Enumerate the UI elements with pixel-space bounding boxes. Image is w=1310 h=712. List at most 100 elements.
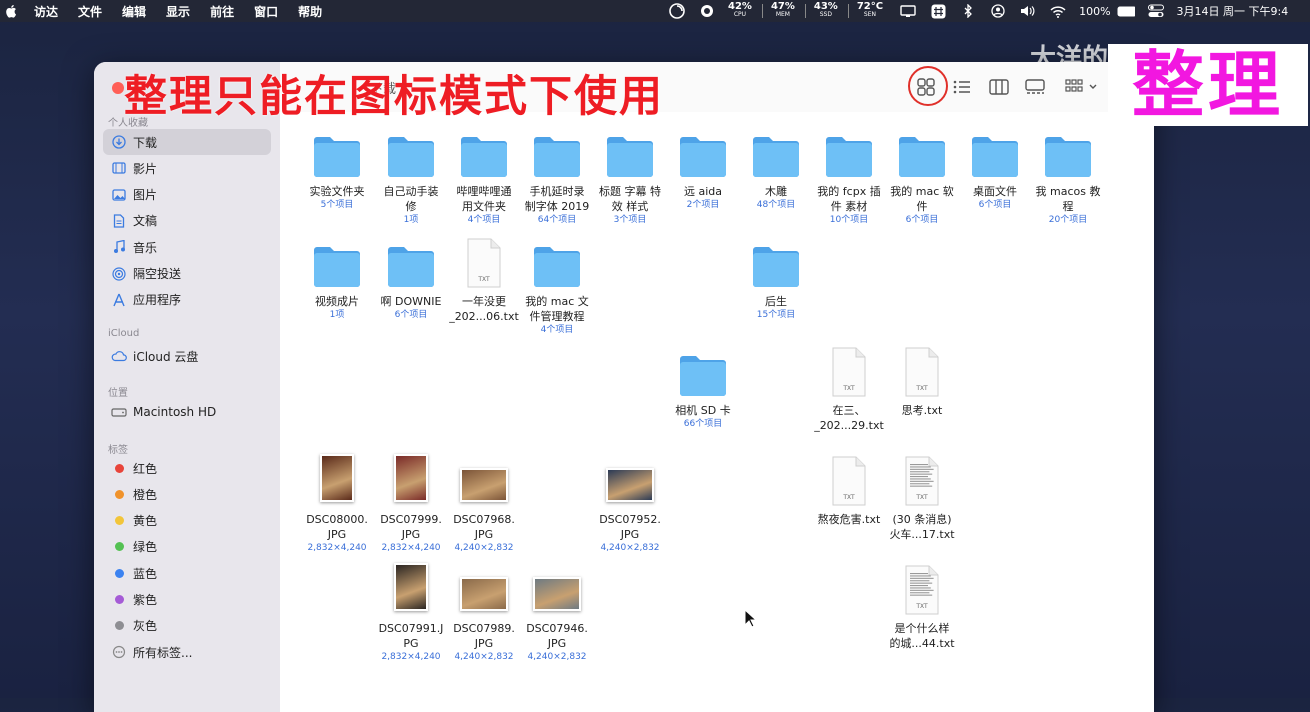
menu-file[interactable]: 文件 bbox=[78, 3, 102, 20]
image-file-item[interactable]: DSC07968. JPG 4,240×2,832 bbox=[448, 452, 520, 554]
file-detail: 3个项目 bbox=[613, 215, 647, 225]
text-file-icon: TXT bbox=[886, 452, 958, 506]
folder-item[interactable]: 后生 15个项目 bbox=[740, 234, 812, 321]
text-file-item[interactable]: TXT 在三、 _202...29.txt bbox=[813, 343, 885, 433]
folder-item[interactable]: 实验文件夹 5个项目 bbox=[301, 124, 373, 211]
volume-icon[interactable] bbox=[1019, 4, 1037, 18]
sidebar-tag-3[interactable]: 绿色 bbox=[103, 534, 271, 560]
control-center-icon[interactable] bbox=[1147, 4, 1165, 18]
photo-thumbnail bbox=[521, 561, 593, 615]
film-icon bbox=[110, 162, 128, 174]
sidebar-item-photo[interactable]: 图片 bbox=[103, 182, 271, 208]
sidebar-tag-6[interactable]: 灰色 bbox=[103, 613, 271, 639]
sidebar-item-label: 绿色 bbox=[133, 540, 158, 555]
tag-dot-icon bbox=[110, 489, 128, 499]
sidebar-tag-0[interactable]: 红色 bbox=[103, 455, 271, 481]
text-file-item[interactable]: TXT 一年没更 _202...06.txt bbox=[448, 234, 520, 324]
text-file-icon: TXT bbox=[886, 561, 958, 615]
menu-app-finder[interactable]: 访达 bbox=[34, 3, 58, 20]
image-file-item[interactable]: DSC07991.J PG 2,832×4,240 bbox=[375, 561, 447, 663]
mem-stat[interactable]: 47% MEM bbox=[771, 2, 795, 19]
file-name: 标题 字幕 特 bbox=[599, 185, 661, 198]
sidebar-item-apps[interactable]: 应用程序 bbox=[103, 287, 271, 313]
folder-item[interactable]: 相机 SD 卡 66个项目 bbox=[667, 343, 739, 430]
text-file-item[interactable]: TXT (30 条消息) 火车...17.txt bbox=[886, 452, 958, 542]
sidebar-item-label: 红色 bbox=[133, 461, 158, 476]
file-name: DSC07989. bbox=[453, 622, 515, 635]
sidebar-item-film[interactable]: 影片 bbox=[103, 155, 271, 181]
sidebar-item-macintosh-hd[interactable]: Macintosh HD bbox=[103, 399, 271, 425]
image-file-item[interactable]: DSC07946. JPG 4,240×2,832 bbox=[521, 561, 593, 663]
file-name: 制字体 2019 bbox=[524, 200, 590, 213]
folder-item[interactable]: 桌面文件 6个项目 bbox=[959, 124, 1031, 211]
battery-icon[interactable] bbox=[1117, 4, 1135, 18]
tag-dot-icon bbox=[110, 621, 128, 631]
folder-item[interactable]: 远 aida 2个项目 bbox=[667, 124, 739, 211]
folder-item[interactable]: 视频成片 1项 bbox=[301, 234, 373, 321]
image-file-item[interactable]: DSC08000. JPG 2,832×4,240 bbox=[301, 452, 373, 554]
file-name: 件 bbox=[916, 200, 928, 213]
close-window-button[interactable] bbox=[112, 82, 124, 94]
icon-view-button[interactable] bbox=[916, 76, 936, 98]
cpu-stat[interactable]: 42% CPU bbox=[728, 2, 752, 19]
folder-item[interactable]: 木雕 48个项目 bbox=[740, 124, 812, 211]
sidebar-all-tags[interactable]: 所有标签... bbox=[103, 639, 271, 665]
sidebar-tag-2[interactable]: 黄色 bbox=[103, 508, 271, 534]
sidebar-item-document[interactable]: 文稿 bbox=[103, 208, 271, 234]
sidebar-item-icloud-drive[interactable]: iCloud 云盘 bbox=[103, 343, 271, 369]
gallery-view-button[interactable] bbox=[1024, 76, 1046, 98]
folder-item[interactable]: 啊 DOWNIE 6个项目 bbox=[375, 234, 447, 321]
folder-item[interactable]: 我的 mac 文件管理教程 4个项目 bbox=[521, 234, 593, 336]
keyboard-grid-icon[interactable] bbox=[929, 4, 947, 18]
text-file-item[interactable]: TXT 是个什么样 的城...44.txt bbox=[886, 561, 958, 651]
folder-item[interactable]: 标题 字幕 特效 样式 3个项目 bbox=[594, 124, 666, 226]
group-by-button[interactable] bbox=[1064, 76, 1100, 98]
list-view-button[interactable] bbox=[952, 76, 972, 98]
sidebar-tag-5[interactable]: 紫色 bbox=[103, 587, 271, 613]
folder-item[interactable]: 我的 fcpx 插件 素材 10个项目 bbox=[813, 124, 885, 226]
apple-logo-icon[interactable] bbox=[6, 4, 18, 18]
bluetooth-icon[interactable] bbox=[959, 4, 977, 18]
folder-item[interactable]: 我 macos 教程 20个项目 bbox=[1032, 124, 1104, 226]
menu-edit[interactable]: 编辑 bbox=[122, 3, 146, 20]
svg-text:TXT: TXT bbox=[915, 494, 928, 501]
sidebar-item-download[interactable]: 下载 bbox=[103, 129, 271, 155]
folder-icon bbox=[667, 343, 739, 397]
display-icon[interactable] bbox=[899, 4, 917, 18]
menu-view[interactable]: 显示 bbox=[166, 3, 190, 20]
image-file-item[interactable]: DSC07999. JPG 2,832×4,240 bbox=[375, 452, 447, 554]
clock[interactable]: 3月14日 周一 下午9:4 bbox=[1177, 3, 1289, 19]
column-view-button[interactable] bbox=[988, 76, 1010, 98]
text-file-item[interactable]: TXT 思考.txt bbox=[886, 343, 958, 418]
tag-dot-icon bbox=[110, 463, 128, 473]
file-name: 熬夜危害.txt bbox=[817, 513, 881, 526]
sidebar-tag-4[interactable]: 蓝色 bbox=[103, 560, 271, 586]
menu-go[interactable]: 前往 bbox=[210, 3, 234, 20]
file-name: _202...29.txt bbox=[814, 419, 884, 432]
sensor-stat[interactable]: 72°C SEN bbox=[857, 2, 883, 19]
sidebar-item-music[interactable]: 音乐 bbox=[103, 234, 271, 260]
folder-item[interactable]: 自己动手装修 1项 bbox=[375, 124, 447, 226]
wifi-icon[interactable] bbox=[1049, 4, 1067, 18]
folder-icon bbox=[740, 234, 812, 288]
file-name: 件管理教程 bbox=[529, 310, 585, 323]
menu-help[interactable]: 帮助 bbox=[298, 3, 322, 20]
sidebar-item-airdrop[interactable]: 隔空投送 bbox=[103, 261, 271, 287]
folder-item[interactable]: 我的 mac 软件 6个项目 bbox=[886, 124, 958, 226]
record-icon[interactable] bbox=[698, 4, 716, 18]
file-name: 的城...44.txt bbox=[889, 637, 955, 650]
photo-thumbnail bbox=[375, 561, 447, 615]
text-file-item[interactable]: TXT 熬夜危害.txt bbox=[813, 452, 885, 527]
menu-window[interactable]: 窗口 bbox=[254, 3, 278, 20]
sidebar-item-label: 橙色 bbox=[133, 487, 158, 502]
folder-item[interactable]: 哔哩哔哩通 用文件夹 4个项目 bbox=[448, 124, 520, 226]
image-file-item[interactable]: DSC07989. JPG 4,240×2,832 bbox=[448, 561, 520, 663]
battery-percent[interactable]: 100% bbox=[1079, 5, 1110, 18]
sidebar-item-label: 隔空投送 bbox=[133, 267, 182, 281]
image-file-item[interactable]: DSC07952. JPG 4,240×2,832 bbox=[594, 452, 666, 554]
folder-item[interactable]: 手机延时录 制字体 2019 64个项目 bbox=[521, 124, 593, 226]
sidebar-tag-1[interactable]: 橙色 bbox=[103, 481, 271, 507]
user-icon[interactable] bbox=[989, 4, 1007, 18]
quicktime-icon[interactable] bbox=[668, 3, 686, 19]
ssd-stat[interactable]: 43% SSD bbox=[814, 2, 838, 19]
